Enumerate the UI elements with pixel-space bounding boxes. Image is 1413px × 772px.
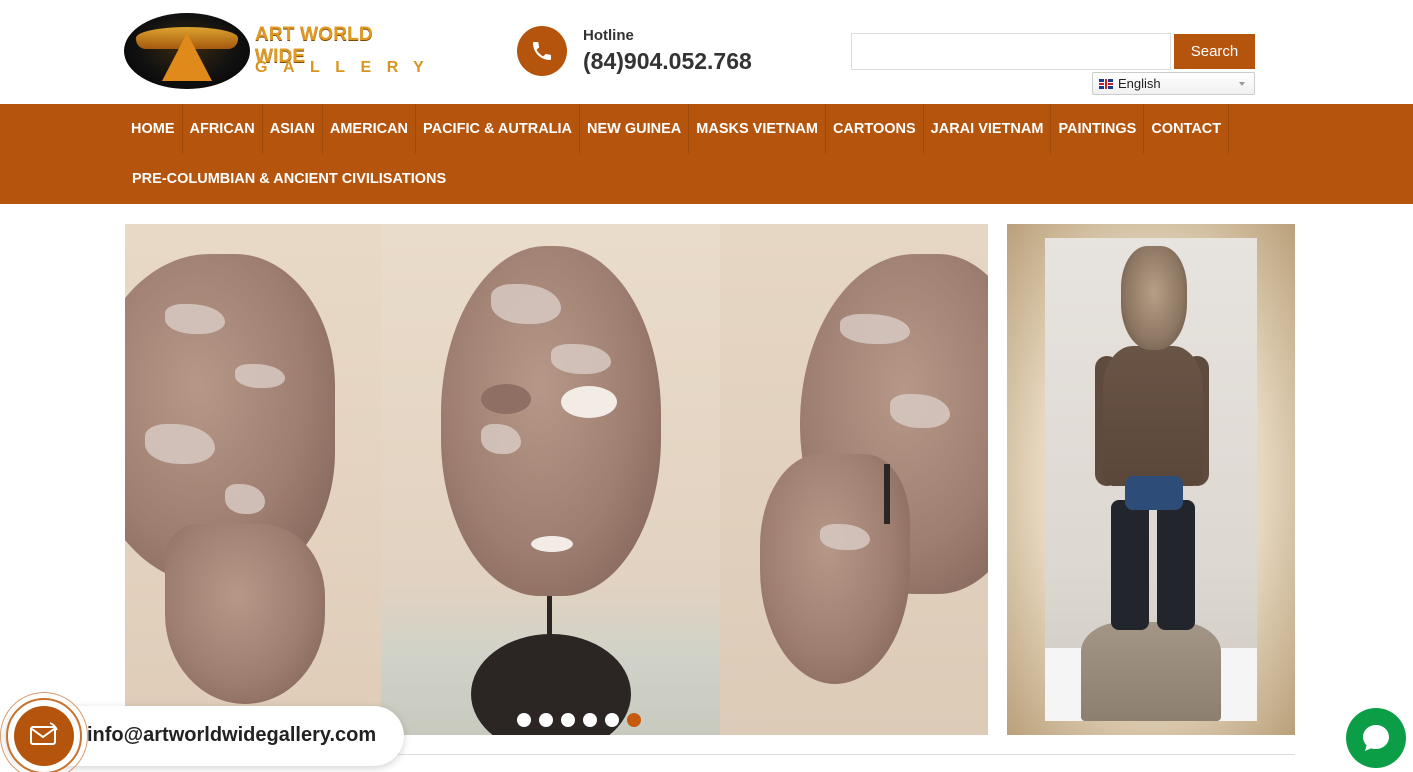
nav-item-new-guinea[interactable]: NEW GUINEA <box>580 104 690 154</box>
nav-item-pre-columbian[interactable]: PRE-COLUMBIAN & ANCIENT CIVILISATIONS <box>124 154 454 204</box>
slider-dot[interactable] <box>561 713 575 727</box>
slider-dot[interactable] <box>583 713 597 727</box>
chevron-down-icon <box>1239 82 1245 86</box>
statue-photo <box>1045 238 1257 721</box>
language-select[interactable]: English <box>1092 72 1255 95</box>
hotline-label: Hotline <box>583 27 634 44</box>
nav-item-masks-vietnam[interactable]: MASKS VIETNAM <box>689 104 826 154</box>
floating-email-contact[interactable]: info@artworldwidegallery.com <box>0 692 404 772</box>
featured-statue-image[interactable] <box>1007 224 1295 735</box>
search-input[interactable] <box>851 33 1171 70</box>
language-selected: English <box>1118 76 1161 91</box>
site-logo[interactable]: ART WORLD WIDE GALLERY <box>124 13 424 91</box>
site-header: ART WORLD WIDE GALLERY Hotline (84)904.0… <box>0 0 1413 104</box>
nav-item-home[interactable]: HOME <box>124 104 183 154</box>
slide-mask-left-profile <box>125 224 381 735</box>
nav-item-jarai-vietnam[interactable]: JARAI VIETNAM <box>924 104 1052 154</box>
slide-mask-front <box>381 224 720 735</box>
phone-icon <box>517 26 567 76</box>
email-icon[interactable] <box>14 706 74 766</box>
chat-button[interactable] <box>1346 708 1406 768</box>
nav-item-pacific-australia[interactable]: PACIFIC & AUTRALIA <box>416 104 581 154</box>
search-button[interactable]: Search <box>1174 34 1255 69</box>
nav-item-african[interactable]: AFRICAN <box>183 104 263 154</box>
slider-dot[interactable] <box>517 713 531 727</box>
nav-item-contact[interactable]: CONTACT <box>1144 104 1230 154</box>
logo-subtitle: GALLERY <box>255 59 440 76</box>
slider-dot[interactable] <box>539 713 553 727</box>
nav-row-2: PRE-COLUMBIAN & ANCIENT CIVILISATIONS <box>124 154 454 204</box>
nav-row-1: HOME AFRICAN ASIAN AMERICAN PACIFIC & AU… <box>124 104 1230 154</box>
slide-mask-right-profile <box>720 224 988 735</box>
pyramid-logo-icon <box>124 13 250 89</box>
hotline-number[interactable]: (84)904.052.768 <box>583 48 752 75</box>
slider-dot[interactable] <box>605 713 619 727</box>
main-nav: HOME AFRICAN ASIAN AMERICAN PACIFIC & AU… <box>0 104 1413 204</box>
slider-dot-active[interactable] <box>627 713 641 727</box>
slider-dots <box>517 713 641 727</box>
uk-flag-icon <box>1099 79 1113 89</box>
nav-item-paintings[interactable]: PAINTINGS <box>1051 104 1145 154</box>
nav-item-american[interactable]: AMERICAN <box>323 104 417 154</box>
image-slider[interactable] <box>125 224 988 735</box>
chat-icon <box>1363 725 1389 751</box>
contact-email[interactable]: info@artworldwidegallery.com <box>87 724 376 747</box>
nav-item-asian[interactable]: ASIAN <box>263 104 323 154</box>
nav-item-cartoons[interactable]: CARTOONS <box>826 104 924 154</box>
